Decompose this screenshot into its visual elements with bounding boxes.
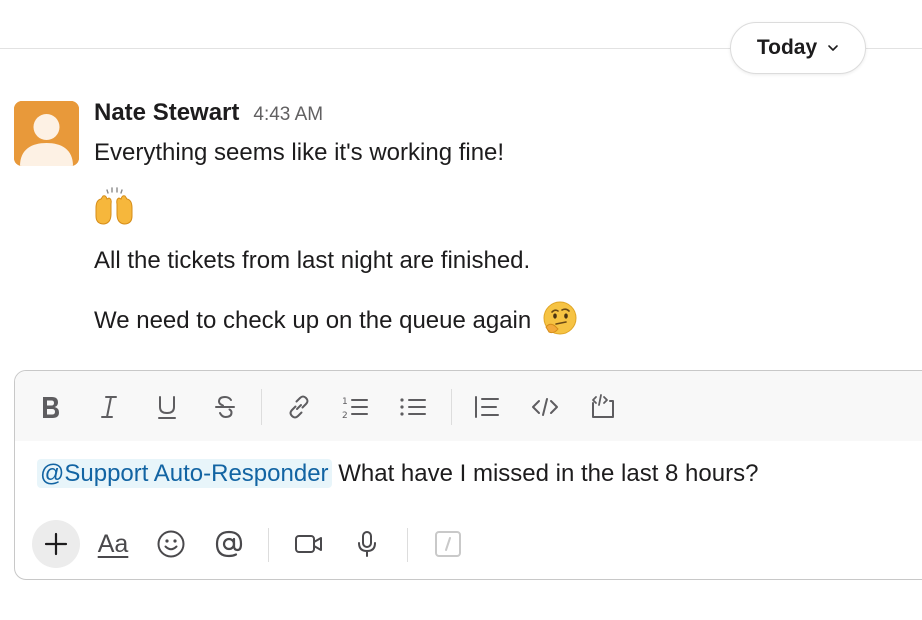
message-line-3-text: We need to check up on the queue again — [94, 307, 532, 334]
toolbar-separator — [451, 389, 452, 425]
message-line-3: We need to check up on the queue again — [94, 300, 578, 336]
audio-clip-button[interactable] — [345, 522, 389, 566]
blockquote-icon — [475, 396, 499, 418]
ordered-list-icon: 1 2 — [342, 397, 368, 421]
underline-button[interactable] — [149, 389, 185, 425]
link-icon — [289, 395, 309, 419]
toolbar-separator — [261, 389, 262, 425]
avatar[interactable] — [14, 101, 79, 166]
smiley-icon — [157, 530, 185, 558]
code-icon — [532, 398, 558, 416]
strikethrough-icon — [215, 395, 235, 419]
text-format-icon: Aa — [97, 529, 129, 558]
code-button[interactable] — [527, 389, 563, 425]
at-sign-icon — [215, 530, 243, 558]
user-silhouette-icon — [14, 101, 79, 166]
bulleted-list-button[interactable] — [395, 389, 431, 425]
raising-hands-emoji — [95, 187, 133, 225]
shortcuts-button[interactable] — [426, 522, 470, 566]
bulleted-list-icon — [400, 398, 426, 416]
sender-name[interactable]: Nate Stewart — [94, 99, 239, 127]
emoji-button[interactable] — [149, 522, 193, 566]
bold-button[interactable] — [33, 389, 69, 425]
microphone-icon — [358, 531, 376, 557]
message-line-2: All the tickets from last night are fini… — [94, 247, 531, 274]
italic-icon — [101, 396, 117, 418]
formatting-toolbar: 1 2 — [15, 371, 922, 441]
mention-button[interactable] — [207, 522, 251, 566]
ordered-list-button[interactable]: 1 2 — [337, 389, 373, 425]
chat-view: Today Nate Stewart 4:43 AM Everything se… — [0, 0, 922, 620]
message-composer: 1 2 @Support Auto-Responder What have I … — [14, 370, 922, 580]
date-label: Today — [756, 36, 818, 59]
blockquote-button[interactable] — [469, 389, 505, 425]
italic-button[interactable] — [91, 389, 127, 425]
code-block-icon — [592, 394, 614, 418]
plus-icon — [44, 532, 68, 556]
message-input-text: What have I missed in the last 8 hours? — [338, 460, 759, 487]
message-input[interactable]: @Support Auto-Responder What have I miss… — [37, 459, 759, 488]
toolbar-separator — [268, 528, 269, 562]
thinking-face-emoji — [543, 301, 577, 335]
svg-text:2: 2 — [342, 411, 348, 421]
video-clip-button[interactable] — [287, 522, 331, 566]
chevron-down-icon — [828, 45, 838, 51]
video-camera-icon — [295, 535, 322, 553]
date-jump-button[interactable]: Today — [730, 22, 866, 74]
formatting-toggle-button[interactable]: Aa — [91, 522, 135, 566]
slash-command-icon — [435, 531, 461, 557]
toolbar-separator — [407, 528, 408, 562]
message-line-1: Everything seems like it's working fine! — [94, 139, 505, 166]
link-button[interactable] — [281, 389, 317, 425]
bold-icon — [43, 397, 59, 418]
mention-chip[interactable]: @Support Auto-Responder — [37, 459, 332, 488]
message-header: Nate Stewart 4:43 AM — [94, 99, 323, 127]
code-block-button[interactable] — [585, 389, 621, 425]
underline-icon — [158, 396, 176, 419]
strikethrough-button[interactable] — [207, 389, 243, 425]
attach-button[interactable] — [32, 520, 80, 568]
message-timestamp[interactable]: 4:43 AM — [253, 104, 323, 126]
svg-text:1: 1 — [342, 397, 348, 407]
